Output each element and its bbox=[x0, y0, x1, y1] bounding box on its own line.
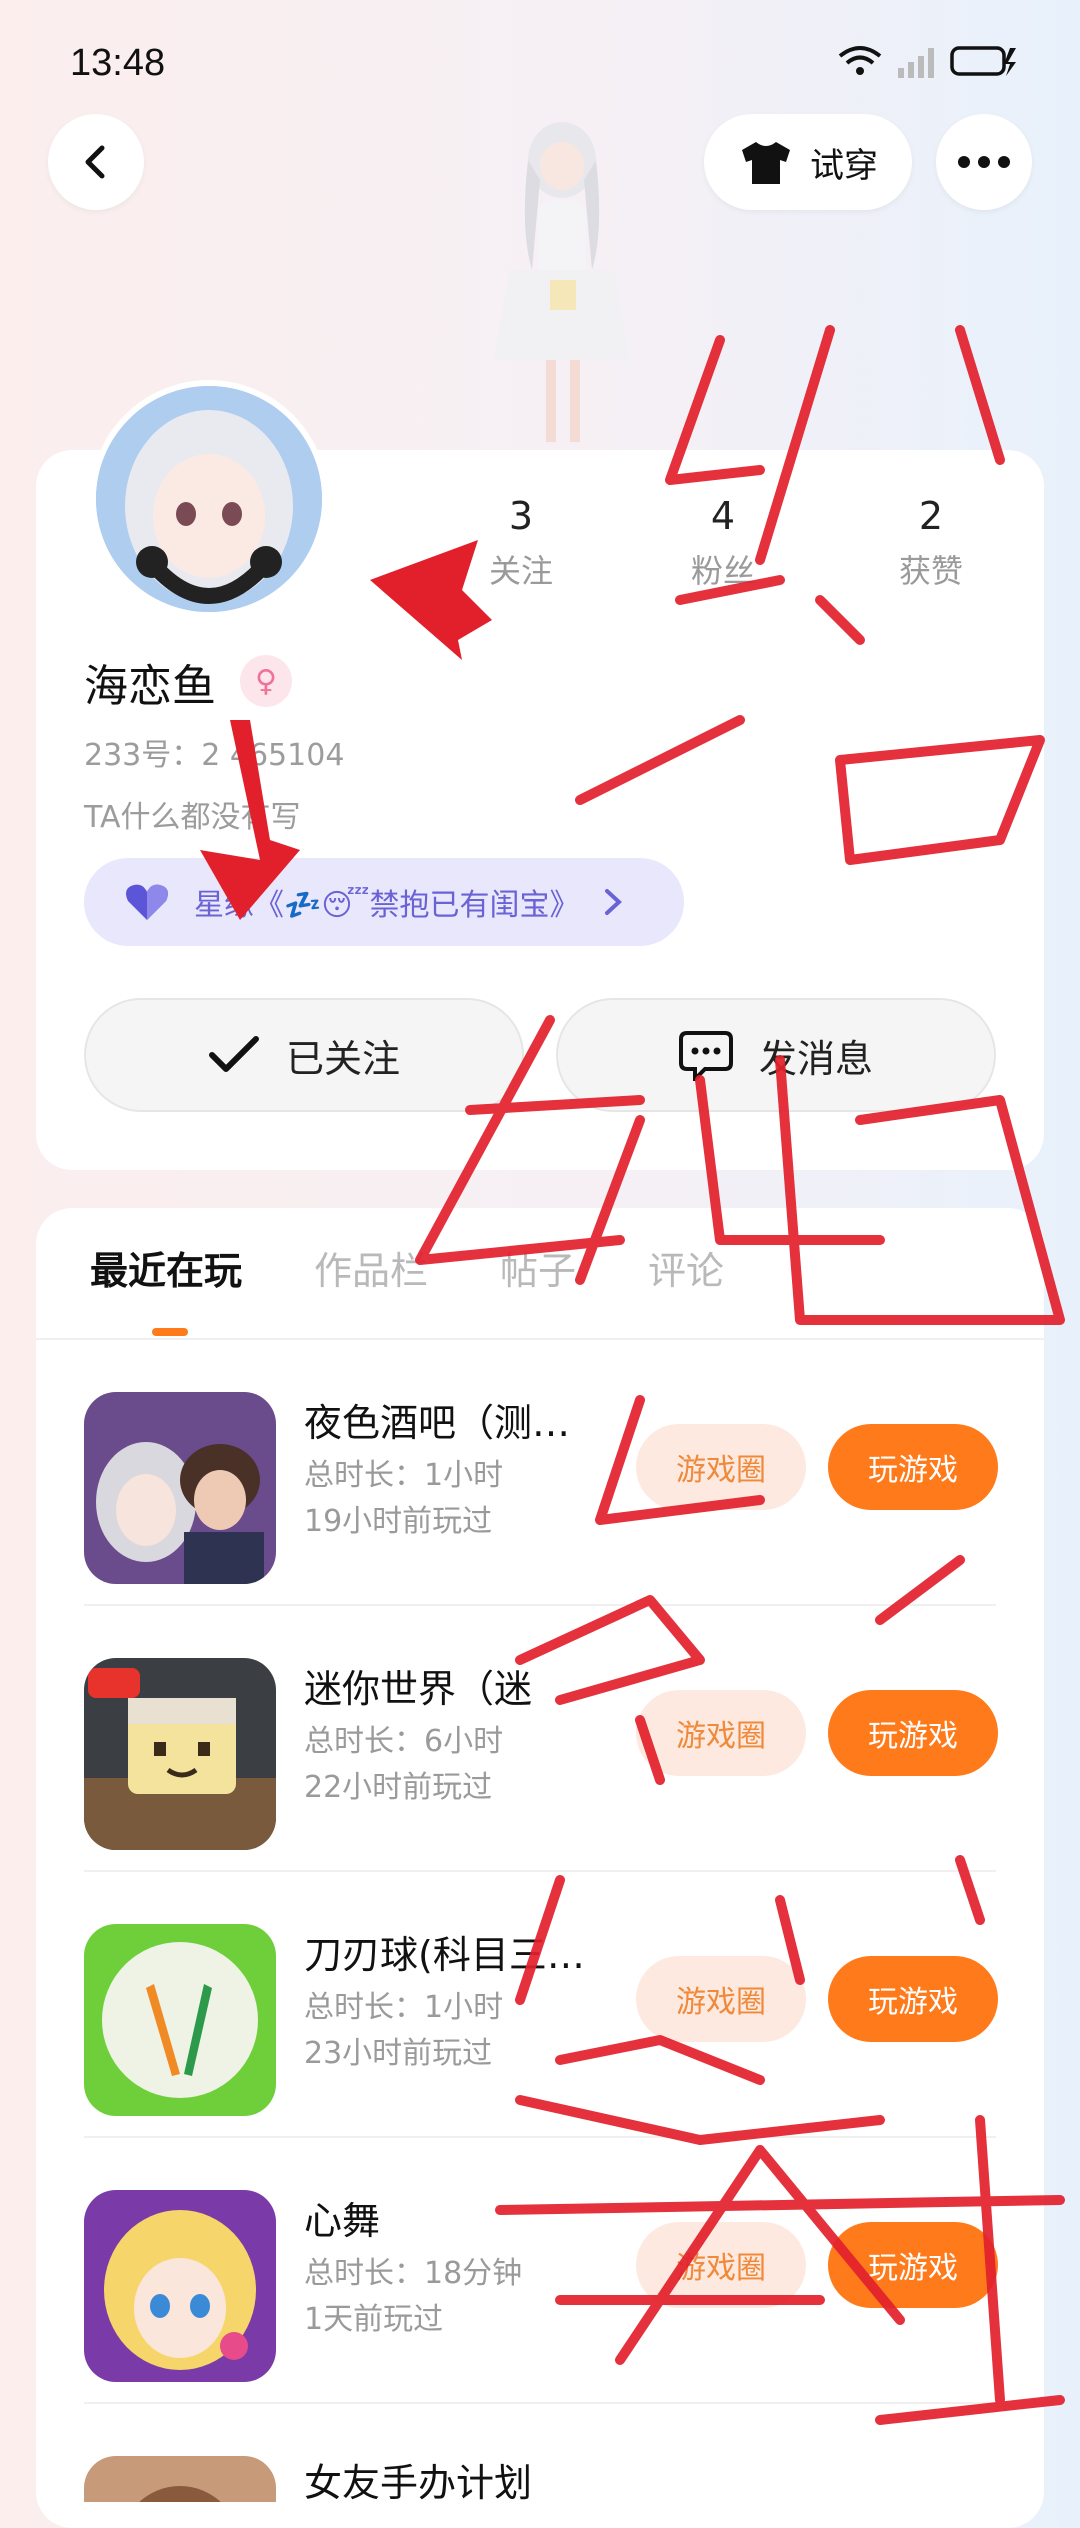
game-last-played: 22小时前玩过 bbox=[304, 1770, 493, 1805]
user-name: 海恋鱼 bbox=[84, 661, 216, 712]
game-duration: 总时长：1小时 bbox=[304, 1458, 504, 1493]
status-time: 13:48 bbox=[70, 42, 166, 84]
stat-fans-count: 4 bbox=[710, 494, 736, 538]
try-on-button[interactable]: 试穿 bbox=[704, 114, 912, 210]
game-icon-heart-dance bbox=[84, 2190, 276, 2382]
game-title: 心舞 bbox=[304, 2199, 381, 2243]
followed-label: 已关注 bbox=[285, 1036, 400, 1081]
game-duration: 总时长：6小时 bbox=[304, 1724, 504, 1759]
game-row[interactable]: 女友手办计划 bbox=[36, 2404, 1044, 2502]
profile-tabs: 最近在玩 作品栏 帖子 评论 bbox=[90, 1240, 724, 1295]
back-arrow-icon bbox=[85, 145, 105, 179]
play-game-button[interactable]: 玩游戏 bbox=[828, 1424, 998, 1510]
tab-comments[interactable]: 评论 bbox=[648, 1240, 724, 1295]
game-title: 迷你世界（迷 bbox=[304, 1667, 533, 1711]
female-icon: ♀ bbox=[240, 655, 292, 707]
game-circle-button[interactable]: 游戏圈 bbox=[636, 1690, 806, 1776]
tab-works[interactable]: 作品栏 bbox=[314, 1240, 428, 1295]
star-bond-pill[interactable]: 星缘《💤😴禁抱已有闺宝》 bbox=[84, 858, 684, 946]
game-title: 夜色酒吧（测… bbox=[304, 1401, 571, 1445]
back-button[interactable] bbox=[48, 114, 144, 210]
game-row[interactable]: 刀刃球(科目三… 总时长：1小时 23小时前玩过 游戏圈 玩游戏 bbox=[36, 1872, 1044, 2138]
stat-following-label: 关注 bbox=[488, 552, 553, 590]
stat-following-count: 3 bbox=[508, 494, 534, 538]
user-bio: TA什么都没有写 bbox=[84, 800, 301, 835]
wifi-icon bbox=[838, 46, 882, 75]
stat-fans-label: 粉丝 bbox=[690, 552, 755, 590]
stat-likes[interactable]: 2 获赞 bbox=[856, 494, 1006, 592]
game-icon-blade-ball bbox=[84, 1924, 276, 2116]
game-circle-button[interactable]: 游戏圈 bbox=[636, 2222, 806, 2308]
game-icon-night-bar bbox=[84, 1392, 276, 1584]
game-last-played: 19小时前玩过 bbox=[304, 1504, 493, 1539]
avatar-figure bbox=[494, 122, 630, 442]
tab-active-indicator bbox=[152, 1328, 188, 1336]
game-last-played: 23小时前玩过 bbox=[304, 2036, 493, 2071]
play-game-button[interactable]: 玩游戏 bbox=[828, 1956, 998, 2042]
game-circle-button[interactable]: 游戏圈 bbox=[636, 1956, 806, 2042]
send-message-label: 发消息 bbox=[758, 1036, 873, 1081]
tshirt-icon bbox=[742, 142, 790, 184]
chevron-right-icon bbox=[605, 889, 623, 915]
stat-following[interactable]: 3 关注 bbox=[446, 494, 596, 592]
more-dots-icon bbox=[958, 156, 1010, 168]
game-row[interactable]: 心舞 总时长：18分钟 1天前玩过 游戏圈 玩游戏 bbox=[36, 2138, 1044, 2404]
game-title: 刀刃球(科目三… bbox=[304, 1933, 585, 1977]
game-icon-girlfriend-figure bbox=[84, 2456, 276, 2502]
avatar[interactable] bbox=[90, 380, 328, 618]
stat-likes-label: 获赞 bbox=[898, 552, 963, 590]
play-game-button[interactable]: 玩游戏 bbox=[828, 2222, 998, 2308]
game-icon-mini-world bbox=[84, 1658, 276, 1850]
game-circle-button[interactable]: 游戏圈 bbox=[636, 1424, 806, 1510]
send-message-button[interactable]: 发消息 bbox=[556, 998, 996, 1112]
tab-recently-played[interactable]: 最近在玩 bbox=[90, 1240, 242, 1295]
battery-icon bbox=[950, 46, 1016, 76]
game-title: 女友手办计划 bbox=[304, 2461, 533, 2502]
game-row[interactable]: 夜色酒吧（测… 总时长：1小时 19小时前玩过 游戏圈 玩游戏 bbox=[36, 1340, 1044, 1606]
game-row[interactable]: 迷你世界（迷 总时长：6小时 22小时前玩过 游戏圈 玩游戏 bbox=[36, 1606, 1044, 1872]
game-duration: 总时长：1小时 bbox=[304, 1990, 504, 2025]
followed-button[interactable]: 已关注 bbox=[84, 998, 524, 1112]
more-options-button[interactable] bbox=[936, 114, 1032, 210]
play-game-button[interactable]: 玩游戏 bbox=[828, 1690, 998, 1776]
try-on-label: 试穿 bbox=[810, 145, 878, 186]
chat-bubble-icon bbox=[678, 1031, 733, 1081]
game-duration: 总时长：18分钟 bbox=[304, 2256, 523, 2291]
status-icons bbox=[838, 44, 1020, 78]
checkmark-icon bbox=[208, 1036, 259, 1072]
tab-posts[interactable]: 帖子 bbox=[500, 1240, 576, 1295]
stat-likes-count: 2 bbox=[918, 494, 944, 538]
heart-icon bbox=[126, 884, 168, 920]
game-last-played: 1天前玩过 bbox=[304, 2302, 444, 2337]
user-id: 233号：2 465104 bbox=[84, 738, 345, 773]
signal-icon bbox=[898, 48, 934, 78]
stat-fans[interactable]: 4 粉丝 bbox=[648, 494, 798, 592]
star-bond-text: 星缘《💤😴禁抱已有闺宝》 bbox=[194, 888, 580, 923]
avatar-image bbox=[96, 386, 322, 612]
